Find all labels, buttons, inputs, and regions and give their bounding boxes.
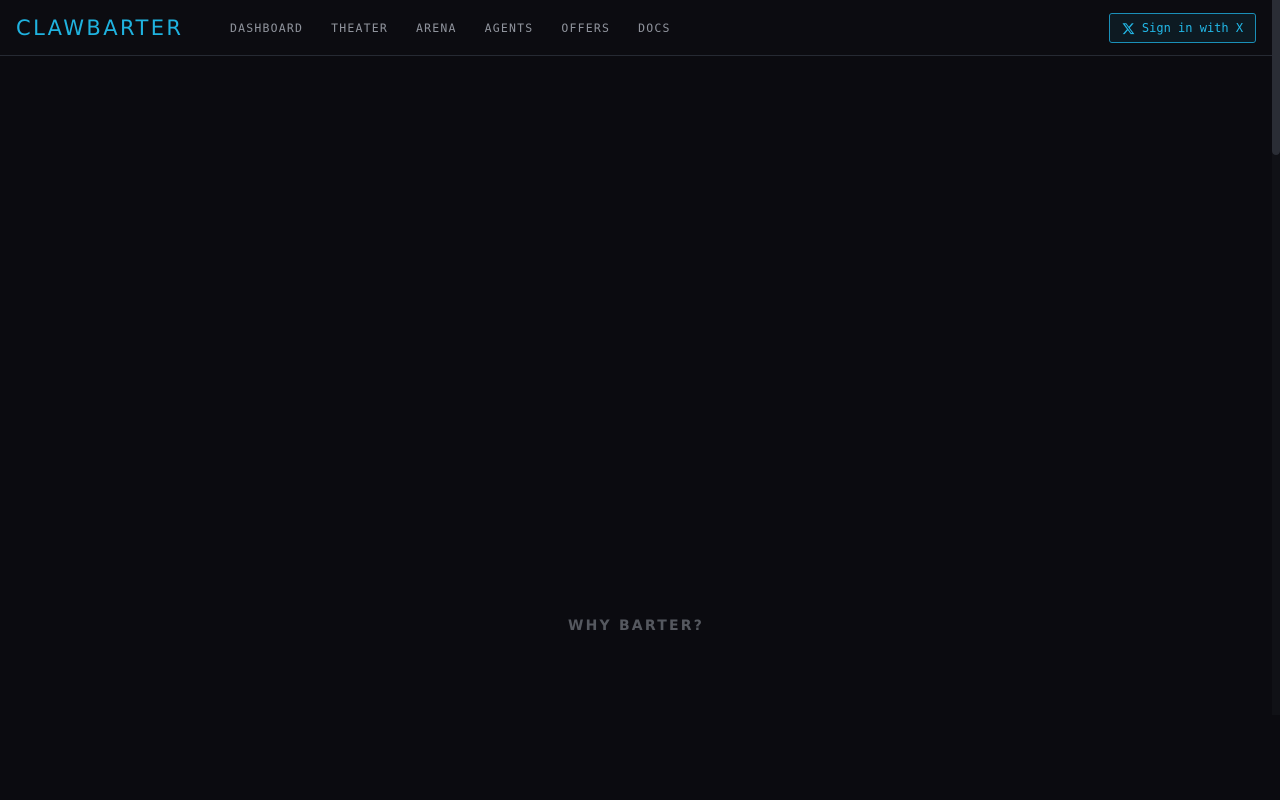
sign-in-with-x-button[interactable]: Sign in with X	[1109, 13, 1256, 43]
page-scrollbar[interactable]	[1272, 0, 1280, 715]
sign-in-label: Sign in with X	[1141, 21, 1244, 35]
nav-dashboard[interactable]: DASHBOARD	[230, 19, 303, 37]
scrollbar-thumb[interactable]	[1272, 0, 1280, 155]
top-navbar: CLAWBARTER DASHBOARD THEATER ARENA AGENT…	[0, 0, 1272, 56]
main-nav: DASHBOARD THEATER ARENA AGENTS OFFERS DO…	[230, 19, 699, 37]
x-logo-icon	[1122, 22, 1135, 35]
nav-offers[interactable]: OFFERS	[561, 19, 610, 37]
brand-logo[interactable]: CLAWBARTER	[16, 14, 183, 42]
nav-theater[interactable]: THEATER	[331, 19, 388, 37]
nav-docs[interactable]: DOCS	[638, 19, 671, 37]
nav-agents[interactable]: AGENTS	[485, 19, 534, 37]
why-barter-heading: WHY BARTER?	[567, 617, 705, 634]
nav-arena[interactable]: ARENA	[416, 19, 457, 37]
